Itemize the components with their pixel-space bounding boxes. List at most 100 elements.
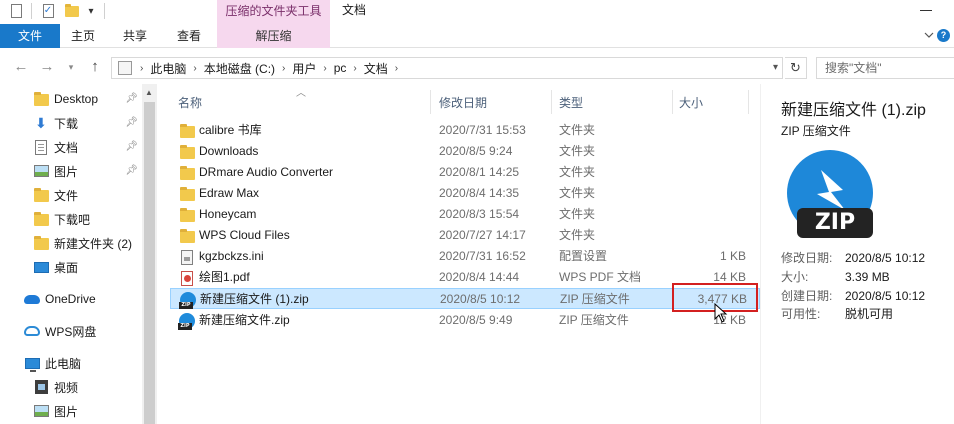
properties-icon[interactable] <box>8 2 24 20</box>
location-icon <box>118 61 132 75</box>
nav-item-label: 图片 <box>54 404 79 419</box>
nav-item-onedrive[interactable]: OneDrive <box>24 288 142 310</box>
nav-item-xiazaiba[interactable]: 下载吧 <box>33 208 142 230</box>
file-date: 2020/8/4 14:35 <box>439 186 520 200</box>
tab-share[interactable]: 共享 <box>117 24 153 48</box>
nav-item-desktop-cn[interactable]: 桌面 <box>33 256 142 278</box>
ini-file-icon <box>179 249 195 265</box>
nav-item-documents[interactable]: 文档 📌︎ <box>33 136 142 158</box>
tab-extract[interactable]: 解压缩 <box>217 24 330 48</box>
breadcrumb-users[interactable]: 用户 <box>289 60 319 77</box>
up-arrow-icon[interactable]: ↑ <box>86 58 104 76</box>
column-header-name[interactable]: 名称 <box>170 93 428 113</box>
chevron-down-icon[interactable] <box>924 30 934 40</box>
chevron-right-icon[interactable]: › <box>189 63 200 74</box>
pin-icon: 📌︎ <box>125 93 138 104</box>
file-name: WPS Cloud Files <box>199 228 290 242</box>
column-header-type[interactable]: 类型 <box>551 93 671 113</box>
file-row[interactable]: DRmare Audio Converter 2020/8/1 14:25 文件… <box>170 162 760 183</box>
breadcrumb-this-pc[interactable]: 此电脑 <box>147 60 189 77</box>
chevron-down-icon[interactable]: ▾ <box>773 62 778 73</box>
file-row[interactable]: calibre 书库 2020/7/31 15:53 文件夹 <box>170 120 760 141</box>
nav-item-wps-cloud[interactable]: WPS网盘 <box>24 320 142 342</box>
file-row[interactable]: Honeycam 2020/8/3 15:54 文件夹 <box>170 204 760 225</box>
file-row[interactable]: Edraw Max 2020/8/4 14:35 文件夹 <box>170 183 760 204</box>
file-name: 新建压缩文件 (1).zip <box>200 292 309 306</box>
nav-item-pictures[interactable]: 图片 📌︎ <box>33 160 142 182</box>
file-name: kgzbckzs.ini <box>199 249 264 263</box>
new-folder-icon[interactable] <box>64 2 80 20</box>
search-input[interactable]: 搜索"文档" <box>816 57 954 79</box>
column-header-date[interactable]: 修改日期 <box>431 93 550 113</box>
picture-icon <box>33 403 49 419</box>
chevron-right-icon[interactable]: › <box>136 63 147 74</box>
nav-item-label: OneDrive <box>45 292 96 306</box>
file-type: WPS PDF 文档 <box>559 270 642 284</box>
nav-scrollbar[interactable]: ▲ <box>142 84 157 424</box>
help-icon[interactable]: ? <box>937 29 950 42</box>
file-date: 2020/8/1 14:25 <box>439 165 520 179</box>
checkmark-icon[interactable]: ✓ <box>40 2 56 20</box>
onedrive-icon <box>24 291 40 307</box>
meta-value: 2020/8/5 10:12 <box>845 289 926 303</box>
file-date: 2020/8/5 9:49 <box>439 313 513 327</box>
file-type: 文件夹 <box>559 207 596 221</box>
tab-home[interactable]: 主页 <box>65 24 101 48</box>
file-date: 2020/7/31 15:53 <box>439 123 526 137</box>
tab-view[interactable]: 查看 <box>171 24 207 48</box>
zip-file-icon <box>179 292 196 309</box>
nav-item-label: 下载 <box>54 116 79 131</box>
folder-icon <box>33 211 49 227</box>
file-name: 新建压缩文件.zip <box>199 313 290 327</box>
preview-title: 新建压缩文件 (1).zip <box>781 102 926 119</box>
recent-locations-icon[interactable]: ▾ <box>62 58 80 76</box>
breadcrumb-pc[interactable]: pc <box>331 61 350 75</box>
chevron-right-icon[interactable]: › <box>278 63 289 74</box>
breadcrumb-documents[interactable]: 文档 <box>361 60 391 77</box>
file-size <box>680 204 746 225</box>
meta-value: 2020/8/5 10:12 <box>845 251 926 265</box>
file-name: calibre 书库 <box>199 123 262 137</box>
chevron-right-icon[interactable]: › <box>319 63 330 74</box>
file-date: 2020/8/3 15:54 <box>439 207 520 221</box>
address-bar[interactable]: › 此电脑 › 本地磁盘 (C:) › 用户 › pc › 文档 › ▾ <box>111 57 783 79</box>
scrollbar-thumb[interactable] <box>144 102 155 424</box>
nav-item-desktop[interactable]: Desktop 📌︎ <box>33 88 142 110</box>
nav-item-label: WPS网盘 <box>45 324 97 339</box>
file-type: 文件夹 <box>559 228 596 242</box>
back-arrow-icon[interactable]: ← <box>12 58 30 76</box>
nav-item-new-folder-2[interactable]: 新建文件夹 (2) <box>33 232 142 254</box>
chevron-right-icon[interactable]: › <box>391 63 402 74</box>
file-type: 文件夹 <box>559 144 596 158</box>
customize-toolbar-icon[interactable]: ▾ <box>85 2 97 20</box>
refresh-icon[interactable]: ↻ <box>785 57 807 79</box>
minimize-button[interactable] <box>920 10 932 11</box>
folder-icon <box>179 165 195 181</box>
nav-item-this-pc[interactable]: 此电脑 <box>24 352 142 374</box>
pdf-file-icon <box>179 270 195 286</box>
scroll-up-icon[interactable]: ▲ <box>145 88 153 97</box>
file-name: DRmare Audio Converter <box>199 165 334 179</box>
folder-icon <box>33 235 49 251</box>
file-row[interactable]: 新建压缩文件.zip 2020/8/5 9:49 ZIP 压缩文件 12 KB <box>170 310 760 331</box>
forward-arrow-icon[interactable]: → <box>38 58 56 76</box>
address-row: ← → ▾ ↑ › 此电脑 › 本地磁盘 (C:) › 用户 › pc › 文档… <box>0 52 954 84</box>
meta-value: 脱机可用 <box>845 307 894 321</box>
nav-item-videos[interactable]: 视频 <box>33 376 142 398</box>
file-name: Honeycam <box>199 207 257 221</box>
nav-item-files[interactable]: 文件 <box>33 184 142 206</box>
file-row[interactable]: WPS Cloud Files 2020/7/27 14:17 文件夹 <box>170 225 760 246</box>
nav-item-downloads[interactable]: ⬇︎ 下载 📌︎ <box>33 112 142 134</box>
column-header-size[interactable]: 大小 <box>671 93 747 113</box>
folder-icon <box>179 228 195 244</box>
breadcrumb-local-disk[interactable]: 本地磁盘 (C:) <box>201 60 278 77</box>
chevron-right-icon[interactable]: › <box>349 63 360 74</box>
column-separator[interactable] <box>748 90 749 114</box>
file-size <box>680 225 746 246</box>
file-size: 1 KB <box>719 249 746 263</box>
meta-size: 大小: 3.39 MB <box>781 268 890 285</box>
file-row[interactable]: Downloads 2020/8/5 9:24 文件夹 <box>170 141 760 162</box>
file-row[interactable]: kgzbckzs.ini 2020/7/31 16:52 配置设置 1 KB <box>170 246 760 267</box>
nav-item-pictures-pc[interactable]: 图片 <box>33 400 142 422</box>
tab-file[interactable]: 文件 <box>0 24 60 48</box>
